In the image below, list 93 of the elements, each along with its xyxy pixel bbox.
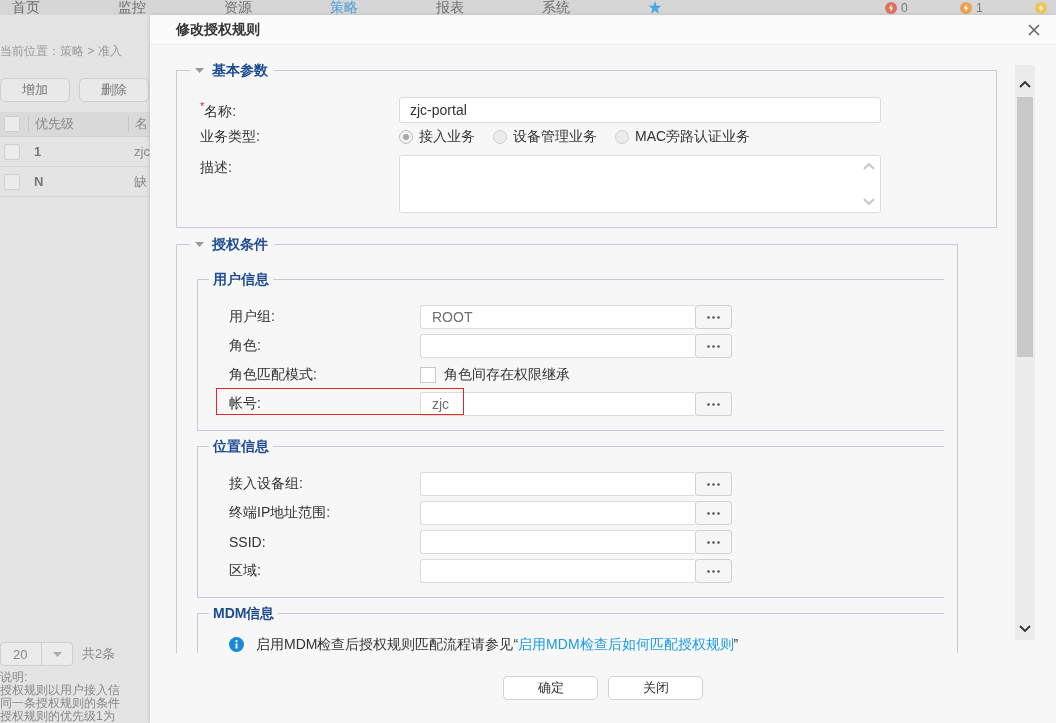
info-text: 启用MDM检查后授权规则匹配流程请参见“启用MDM检查后如何匹配授权规则” — [256, 635, 739, 653]
toolbar-button[interactable]: 删除 — [79, 78, 149, 102]
nav-tab[interactable]: 监控 — [118, 0, 146, 15]
browse-button[interactable] — [695, 334, 732, 358]
input-field[interactable]: zjc-portal — [399, 97, 881, 123]
total-count: 共2条 — [82, 645, 116, 663]
input-field[interactable] — [420, 559, 695, 583]
field-label: 终端IP地址范围: — [229, 504, 332, 522]
scroll-down-icon[interactable] — [1019, 625, 1031, 632]
nav-tab[interactable]: 资源 — [224, 0, 252, 15]
nav-tab[interactable]: 首页 — [12, 0, 40, 15]
table-cell: N — [34, 173, 44, 190]
browse-button[interactable] — [695, 392, 732, 416]
alert-icon[interactable] — [1035, 1, 1047, 14]
field-label: SSID: — [229, 534, 267, 550]
section-title: 基本参数 — [212, 62, 268, 78]
dialog-title: 修改授权规则 — [176, 20, 260, 39]
info-icon — [229, 636, 244, 652]
field-label: 接入设备组: — [229, 475, 304, 493]
nav-tab[interactable]: 策略 — [330, 0, 358, 15]
browse-button[interactable] — [695, 530, 732, 554]
section-title: 授权条件 — [212, 236, 268, 252]
table-cell: zjc — [134, 143, 150, 160]
column-header: 优先级 — [35, 116, 74, 132]
radio-label[interactable]: 接入业务 — [419, 128, 475, 146]
chevron-up-icon[interactable] — [863, 163, 875, 170]
caret-icon[interactable] — [195, 241, 204, 247]
radio-label[interactable]: MAC旁路认证业务 — [635, 128, 751, 146]
checkbox-label[interactable]: 角色间存在权限继承 — [444, 366, 570, 384]
group-title: MDM信息 — [213, 605, 275, 621]
ellipsis-icon — [707, 344, 720, 348]
browse-button[interactable] — [695, 501, 732, 525]
scroll-up-icon[interactable] — [1019, 81, 1031, 88]
field-label: 区域: — [229, 562, 262, 580]
note-text: 同一条授权规则的条件 — [0, 697, 120, 710]
input-field[interactable] — [420, 334, 695, 358]
textarea-field[interactable] — [399, 155, 881, 213]
dialog-button[interactable]: 确定 — [503, 676, 598, 700]
chevron-down-icon[interactable] — [863, 198, 875, 205]
input-field[interactable]: ROOT — [420, 305, 695, 329]
input-field[interactable] — [420, 530, 695, 554]
radio-button[interactable] — [399, 130, 413, 144]
caret-icon[interactable] — [195, 67, 204, 73]
ellipsis-icon — [707, 569, 720, 573]
nav-tab[interactable]: 系统 — [542, 0, 570, 15]
ellipsis-icon — [707, 402, 720, 406]
note-text: 说明: — [0, 671, 28, 684]
browse-button[interactable] — [695, 305, 732, 329]
input-field[interactable] — [420, 472, 695, 496]
radio-label[interactable]: 设备管理业务 — [513, 128, 597, 146]
alert-count: 0 — [901, 0, 908, 15]
ellipsis-icon — [707, 315, 720, 319]
scroll-thumb[interactable] — [1017, 97, 1033, 357]
browse-button[interactable] — [695, 559, 732, 583]
alert-count: 1 — [976, 0, 983, 15]
note-text: 授权规则的优先级1为 — [0, 710, 115, 723]
column-header: 名 — [135, 116, 148, 132]
nav-tab[interactable]: 报表 — [436, 0, 464, 15]
checkbox[interactable] — [4, 143, 20, 160]
note-text: 授权规则以用户接入信 — [0, 684, 120, 697]
ellipsis-icon — [707, 482, 720, 486]
input-field[interactable] — [420, 501, 695, 525]
alert-icon[interactable] — [885, 1, 897, 14]
alert-icon[interactable] — [960, 1, 972, 14]
close-icon[interactable] — [1028, 23, 1040, 36]
radio-button[interactable] — [493, 130, 507, 144]
table-cell: 1 — [34, 143, 42, 160]
dialog-button[interactable]: 关闭 — [608, 676, 703, 700]
field-label: 描述: — [200, 158, 233, 177]
scrollbar-track[interactable] — [1015, 65, 1035, 640]
field-label: 用户组: — [229, 308, 276, 326]
group-title: 位置信息 — [213, 438, 269, 454]
table-cell: 缺 — [134, 173, 147, 190]
checkbox[interactable] — [4, 116, 20, 132]
caret-icon — [52, 651, 62, 657]
browse-button[interactable] — [695, 472, 732, 496]
field-label: 角色匹配模式: — [229, 366, 318, 384]
ellipsis-icon — [707, 540, 720, 544]
help-link[interactable]: 启用MDM检查后如何匹配授权规则 — [518, 636, 734, 652]
page-size-select[interactable]: 20 — [0, 642, 73, 666]
field-label: $^{*}$名称: — [200, 99, 238, 121]
field-label: 业务类型: — [200, 128, 261, 146]
group-title: 用户信息 — [213, 271, 269, 287]
input-field[interactable]: zjc — [420, 392, 695, 416]
checkbox[interactable] — [420, 367, 436, 383]
breadcrumb: 当前位置：策略 > 准入 — [0, 43, 122, 59]
toolbar-button[interactable]: 增加 — [0, 78, 70, 102]
field-label: 角色: — [229, 337, 262, 355]
field-label: 帐号: — [229, 395, 262, 413]
ellipsis-icon — [707, 511, 720, 515]
checkbox[interactable] — [4, 173, 20, 190]
radio-button[interactable] — [615, 130, 629, 144]
star-icon[interactable] — [648, 1, 662, 14]
